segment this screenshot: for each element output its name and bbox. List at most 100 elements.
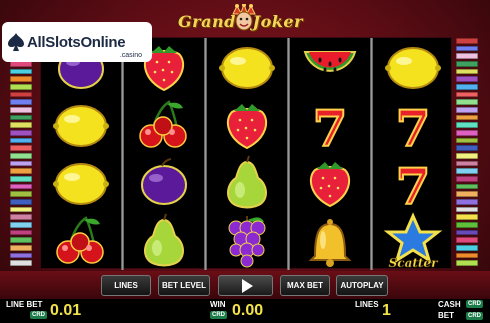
- lemon-icon: [385, 47, 441, 89]
- reel-symbol: [290, 38, 370, 96]
- payline-indicator: [456, 168, 478, 175]
- pear-icon: [227, 155, 267, 209]
- payline-indicator: [10, 176, 32, 182]
- reel-1: [41, 38, 121, 270]
- payline-indicator: [456, 252, 478, 259]
- payline-indicator: [456, 214, 478, 221]
- seven-icon: 7: [312, 98, 349, 159]
- payline-indicator: [10, 245, 32, 251]
- win-label: WIN: [210, 300, 226, 309]
- payline-indicator: [10, 168, 32, 175]
- payline-indicator: [10, 153, 32, 159]
- payline-indicator: [456, 114, 478, 121]
- payline-indicator: [10, 206, 32, 213]
- reel-symbol: [207, 96, 287, 154]
- spin-button[interactable]: [218, 275, 273, 296]
- payline-indicator: [456, 99, 478, 106]
- payline-indicator: [456, 61, 478, 67]
- payline-indicator: [456, 122, 478, 129]
- payline-indicator: [10, 99, 32, 106]
- watermark-logo: AllSlotsOnline .casino: [2, 22, 152, 62]
- lines-value: 1: [382, 302, 391, 319]
- reel-symbol: [41, 96, 121, 154]
- payline-indicator: [10, 229, 32, 236]
- strawberry-icon: [309, 162, 351, 208]
- reel-symbol: [41, 154, 121, 212]
- lines-button[interactable]: LINES: [101, 275, 151, 296]
- line-bet-crd-badge: CRD: [30, 311, 47, 319]
- game-logo: Grande Joker: [178, 4, 318, 34]
- bet-level-button[interactable]: BET LEVEL: [158, 275, 210, 296]
- line-bet-value: 0.01: [50, 302, 82, 319]
- payline-indicator: [456, 237, 478, 244]
- payline-indicators-left: [10, 38, 32, 267]
- cherries-icon: [139, 100, 187, 148]
- payline-indicator: [456, 191, 478, 198]
- cash-label: CASH: [438, 300, 461, 309]
- reel-symbol: [207, 212, 287, 270]
- payline-indicator: [456, 53, 478, 60]
- bet-label: BET: [438, 311, 454, 320]
- cherries-icon: [56, 216, 104, 264]
- payline-indicator: [456, 38, 478, 44]
- payline-indicator: [456, 145, 478, 152]
- reel-symbol: [290, 212, 370, 270]
- payline-indicator: [10, 214, 32, 221]
- reel-4: 7: [290, 38, 370, 270]
- watermelon-icon: [303, 51, 357, 73]
- scatter-star-icon: Scatter: [383, 212, 443, 270]
- payline-indicator: [10, 222, 32, 228]
- payline-indicator: [456, 199, 478, 205]
- reel-symbol: [290, 154, 370, 212]
- payline-indicator: [10, 145, 32, 152]
- payline-indicator: [10, 252, 32, 259]
- reel-symbol: 7: [373, 154, 453, 217]
- reel-symbol: [207, 38, 287, 96]
- payline-indicator: [10, 76, 32, 83]
- payline-indicator: [10, 160, 32, 167]
- payline-indicator: [456, 107, 478, 113]
- payline-indicator: [10, 68, 32, 75]
- max-bet-button[interactable]: MAX BET: [280, 275, 330, 296]
- win-crd-badge: CRD: [210, 311, 227, 319]
- seven-icon: 7: [395, 98, 432, 159]
- payline-indicator: [456, 45, 478, 52]
- spade-icon: [8, 33, 24, 51]
- line-bet-label: LINE BET: [6, 300, 43, 309]
- reel-symbol: [207, 154, 287, 212]
- watermark-text: AllSlotsOnline: [27, 33, 126, 51]
- play-icon: [241, 278, 253, 293]
- payline-indicator: [456, 68, 478, 75]
- cash-crd-badge: CRD: [466, 300, 483, 308]
- lemon-icon: [53, 163, 109, 205]
- payline-indicator: [456, 183, 478, 190]
- payline-indicator: [456, 206, 478, 213]
- payline-indicator: [10, 237, 32, 244]
- payline-indicator: [456, 245, 478, 251]
- watermark-subtext: .casino: [119, 52, 142, 59]
- lemon-icon: [219, 47, 275, 89]
- reel-symbol: [124, 154, 204, 212]
- plum-icon: [141, 158, 187, 205]
- payline-indicator: [456, 229, 478, 236]
- autoplay-button[interactable]: AUTOPLAY: [336, 275, 388, 296]
- svg-text:7: 7: [396, 157, 431, 216]
- payline-indicator: [10, 199, 32, 205]
- strawberry-icon: [226, 104, 268, 150]
- payline-indicator: [456, 222, 478, 228]
- info-bar: LINE BET CRD 0.01 WIN CRD 0.00 LINES 1 C…: [0, 299, 490, 323]
- win-value: 0.00: [232, 302, 264, 319]
- payline-indicator: [10, 137, 32, 144]
- payline-indicators-right: [456, 38, 478, 267]
- control-bar: LINES BET LEVEL MAX BET AUTOPLAY: [0, 271, 490, 299]
- payline-indicator: [10, 130, 32, 136]
- reel-area: 7 77 Scatter: [40, 37, 453, 270]
- joker-icon: [232, 4, 256, 31]
- reel-2: [124, 38, 204, 270]
- payline-indicator: [456, 91, 478, 98]
- payline-indicator: [10, 183, 32, 190]
- reel-symbol: 7: [373, 96, 453, 159]
- payline-indicator: [456, 137, 478, 144]
- payline-indicator: [456, 176, 478, 182]
- reel-symbol: [41, 212, 121, 270]
